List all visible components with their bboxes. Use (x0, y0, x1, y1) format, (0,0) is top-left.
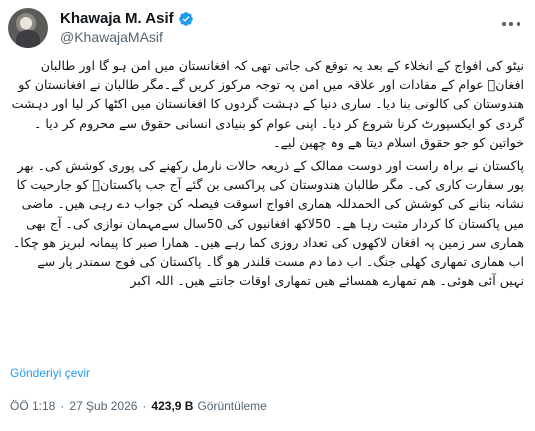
author-handle[interactable]: @KhawajaMAsif (60, 29, 163, 45)
translate-post-link[interactable]: Gönderiyi çevir (10, 366, 90, 380)
tweet-paragraph: نیٹو کی افواج کے انخلاء کے بعد یہ توقع ک… (11, 58, 524, 150)
avatar[interactable] (8, 8, 48, 48)
tweet-metadata: ÖÖ 1:18 · 27 Şub 2026 · 423,9 B Görüntül… (10, 399, 267, 413)
verified-badge-icon (178, 11, 193, 26)
more-options-icon[interactable] (499, 14, 523, 34)
author-name[interactable]: Khawaja M. Asif (60, 10, 174, 27)
views-label: Görüntüleme (197, 399, 267, 413)
tweet-time[interactable]: ÖÖ 1:18 (10, 399, 55, 413)
views-count: 423,9 B (151, 399, 194, 413)
tweet-paragraph: پاکستان نے براہ راست اور دوست ممالک کے ذ… (12, 158, 524, 289)
tweet-date[interactable]: 27 Şub 2026 (69, 399, 137, 413)
tweet-header: Khawaja M. Asif @KhawajaMAsif (8, 8, 527, 48)
meta-separator: · (60, 399, 65, 413)
author-name-row: Khawaja M. Asif (60, 10, 194, 27)
meta-separator: · (142, 399, 147, 413)
tweet-text: نیٹو کی افواج کے انخلاء کے بعد یہ توقع ک… (10, 56, 524, 290)
